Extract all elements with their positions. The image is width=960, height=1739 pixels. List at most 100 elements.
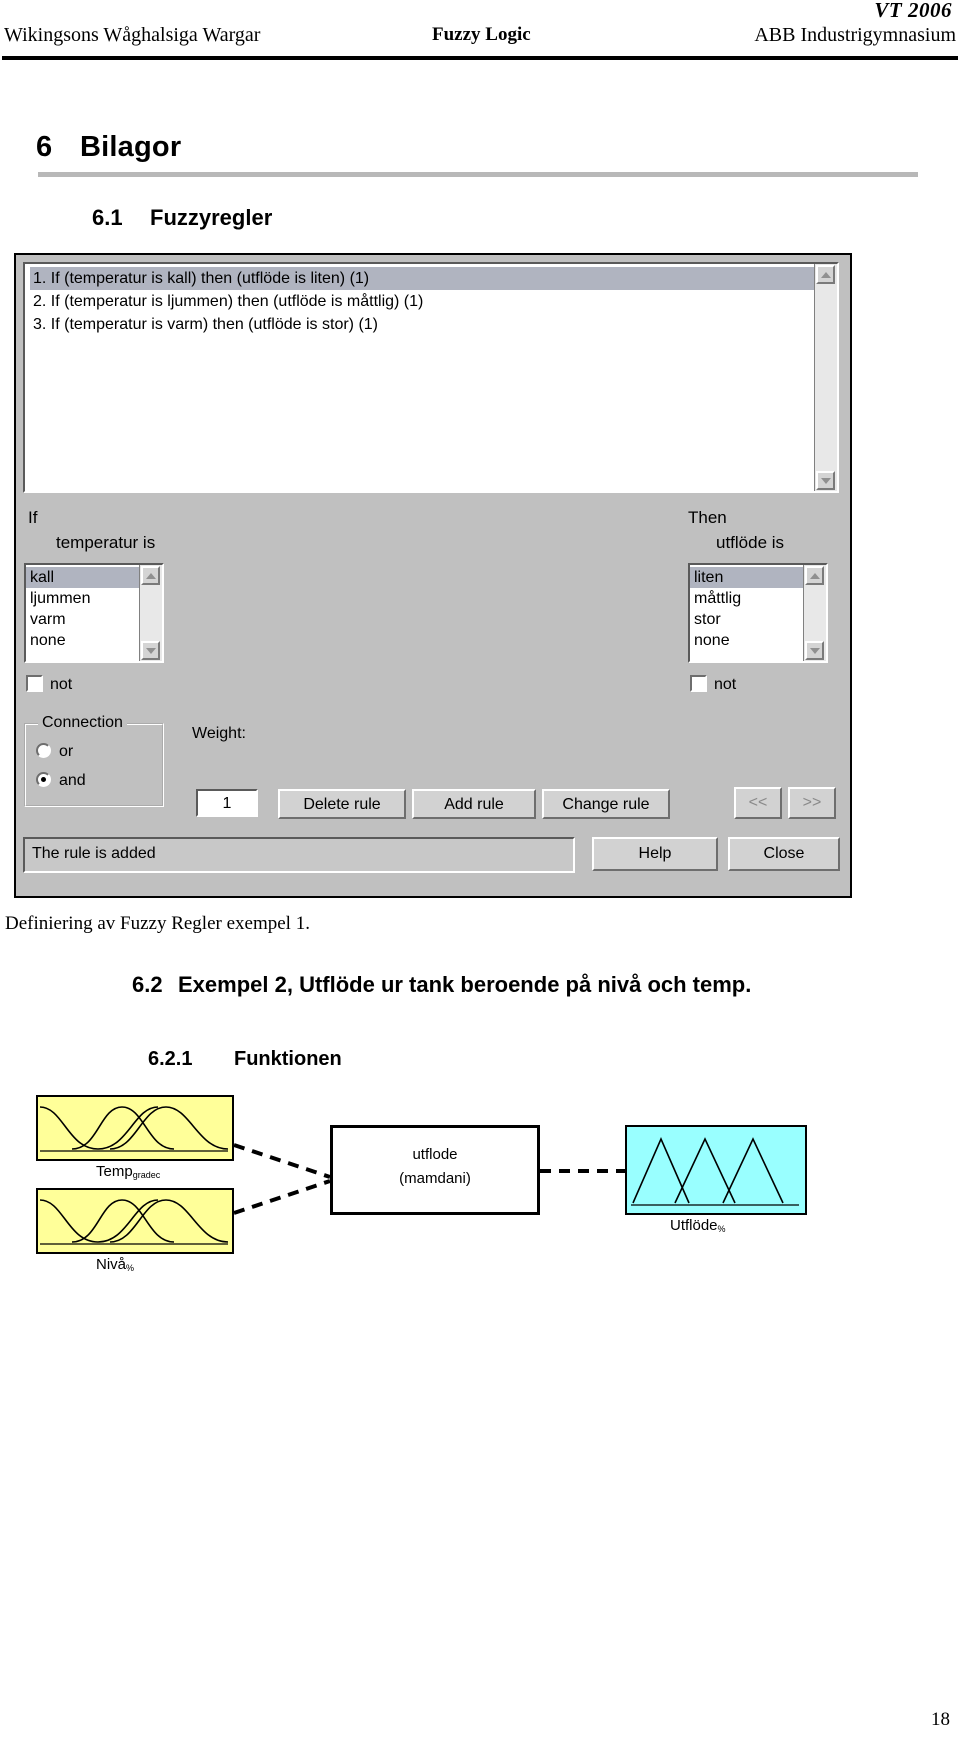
if-list-item[interactable]: kall xyxy=(26,567,140,588)
chevron-up-icon xyxy=(809,572,820,579)
heading-bilagor: 6 Bilagor xyxy=(36,131,181,164)
connection-or-radio[interactable] xyxy=(36,743,51,758)
connector-input1 xyxy=(233,1143,331,1179)
scroll-down-button[interactable] xyxy=(816,471,835,490)
heading-exempel2-text: Exempel 2, Utflöde ur tank beroende på n… xyxy=(178,972,752,997)
output-membership-curves xyxy=(631,1137,799,1206)
then-label: Then xyxy=(688,508,727,527)
then-variable-label: utflöde is xyxy=(716,533,785,552)
if-membership-items[interactable]: kall ljummen varm none xyxy=(26,565,140,661)
connection-groupbox-title: Connection xyxy=(38,714,127,732)
heading-bilagor-number: 6 xyxy=(36,131,53,163)
if-list-item[interactable]: ljummen xyxy=(26,588,140,609)
chevron-down-icon xyxy=(809,647,820,654)
fis-system-box: utflode (mamdani) xyxy=(330,1125,540,1215)
rule-list-item[interactable]: 3. If (temperatur is varm) then (utflöde… xyxy=(30,313,815,336)
fis-input1-name: Temp xyxy=(96,1163,133,1180)
input2-membership-curves xyxy=(39,1199,229,1245)
then-membership-items[interactable]: liten måttlig stor none xyxy=(690,565,804,661)
connection-and-label: and xyxy=(59,772,86,789)
fuzzy-rule-editor-window: 1. If (temperatur is kall) then (utflöde… xyxy=(14,253,852,898)
fis-input1-unit: gradec xyxy=(132,1170,161,1180)
help-button[interactable]: Help xyxy=(592,837,718,871)
header-institution: ABB Industrigymnasium xyxy=(754,24,956,46)
scroll-up-button[interactable] xyxy=(141,566,160,585)
header-school-team: Wikingsons Wåghalsiga Wargar xyxy=(4,24,261,46)
input1-membership-curves xyxy=(39,1106,229,1152)
fis-input2-box xyxy=(36,1188,234,1254)
heading-fuzzyregler-text: Fuzzyregler xyxy=(150,205,273,230)
fis-diagram: Tempgradec Nivå% utflode (mamdani) Utflö… xyxy=(0,1085,960,1285)
if-label: If xyxy=(28,508,38,527)
page-header: VT 2006 Wikingsons Wåghalsiga Wargar Fuz… xyxy=(0,0,960,62)
fis-input2-name: Nivå xyxy=(96,1256,127,1273)
then-not-checkbox[interactable] xyxy=(690,675,707,692)
heading-funktionen-number: 6.2.1 xyxy=(148,1048,193,1070)
then-not-checkbox-row[interactable]: not xyxy=(690,675,736,694)
if-membership-listbox[interactable]: kall ljummen varm none xyxy=(24,563,164,663)
figure-caption: Definiering av Fuzzy Regler exempel 1. xyxy=(5,913,310,934)
chevron-down-icon xyxy=(145,647,156,654)
heading-fuzzyregler: 6.1 Fuzzyregler xyxy=(92,205,272,231)
if-not-checkbox-row[interactable]: not xyxy=(26,675,72,694)
connection-and-row[interactable]: and xyxy=(36,772,86,790)
fis-system-name: utflode xyxy=(412,1146,458,1163)
previous-rule-button[interactable]: << xyxy=(734,787,782,819)
heading-funktionen: 6.2.1 Funktionen xyxy=(148,1048,342,1071)
then-membership-listbox[interactable]: liten måttlig stor none xyxy=(688,563,828,663)
weight-input[interactable]: 1 xyxy=(196,789,258,817)
connector-input2 xyxy=(233,1179,331,1215)
close-button[interactable]: Close xyxy=(728,837,840,871)
rule-list-items[interactable]: 1. If (temperatur is kall) then (utflöde… xyxy=(25,264,815,491)
if-variable-label: temperatur is xyxy=(56,533,156,552)
connection-groupbox: Connection or and xyxy=(24,714,164,807)
heading-exempel2: 6.2 Exempel 2, Utflöde ur tank beroende p… xyxy=(132,972,751,998)
fis-input1-label: Tempgradec xyxy=(96,1163,160,1180)
add-rule-button[interactable]: Add rule xyxy=(412,789,536,819)
rule-list[interactable]: 1. If (temperatur is kall) then (utflöde… xyxy=(23,262,839,493)
heading-bilagor-text: Bilagor xyxy=(80,131,182,163)
then-list-item[interactable]: none xyxy=(690,630,804,651)
fis-output-unit: % xyxy=(717,1224,726,1234)
scroll-down-button[interactable] xyxy=(141,641,160,660)
next-rule-button[interactable]: >> xyxy=(788,787,836,819)
fis-input2-unit: % xyxy=(126,1263,135,1273)
scroll-up-button[interactable] xyxy=(816,265,835,284)
header-row: Wikingsons Wåghalsiga Wargar Fuzzy Logic… xyxy=(0,24,960,54)
then-list-item[interactable]: stor xyxy=(690,609,804,630)
if-not-checkbox[interactable] xyxy=(26,675,43,692)
rule-list-item[interactable]: 2. If (temperatur is ljummen) then (utfl… xyxy=(30,290,815,313)
then-not-label: not xyxy=(714,676,737,693)
weight-label: Weight: xyxy=(192,725,246,742)
fis-output-label: Utflöde% xyxy=(670,1217,726,1234)
heading-exempel2-number: 6.2 xyxy=(132,972,163,997)
fis-input1-box xyxy=(36,1095,234,1161)
if-listbox-scrollbar[interactable] xyxy=(139,565,162,661)
connection-and-radio[interactable] xyxy=(36,772,51,787)
chevron-up-icon xyxy=(820,271,831,278)
connection-or-label: or xyxy=(59,743,74,760)
connection-or-row[interactable]: or xyxy=(36,743,73,761)
scroll-up-button[interactable] xyxy=(805,566,824,585)
then-list-item[interactable]: måttlig xyxy=(690,588,804,609)
if-list-item[interactable]: none xyxy=(26,630,140,651)
rule-list-scrollbar[interactable] xyxy=(814,264,837,491)
heading-funktionen-text: Funktionen xyxy=(234,1048,342,1070)
then-list-item[interactable]: liten xyxy=(690,567,804,588)
header-title: Fuzzy Logic xyxy=(432,24,531,45)
fis-output-box xyxy=(625,1125,807,1215)
then-listbox-scrollbar[interactable] xyxy=(803,565,826,661)
if-list-item[interactable]: varm xyxy=(26,609,140,630)
fis-input2-label: Nivå% xyxy=(96,1256,134,1273)
scroll-down-button[interactable] xyxy=(805,641,824,660)
header-divider xyxy=(2,56,958,60)
change-rule-button[interactable]: Change rule xyxy=(542,789,670,819)
header-term: VT 2006 xyxy=(874,0,952,22)
rule-list-item[interactable]: 1. If (temperatur is kall) then (utflöde… xyxy=(30,267,815,290)
delete-rule-button[interactable]: Delete rule xyxy=(278,789,406,819)
status-bar: The rule is added xyxy=(23,837,575,873)
chevron-up-icon xyxy=(145,572,156,579)
if-not-label: not xyxy=(50,676,73,693)
chevron-down-icon xyxy=(820,477,831,484)
fis-system-type: (mamdani) xyxy=(399,1170,471,1187)
